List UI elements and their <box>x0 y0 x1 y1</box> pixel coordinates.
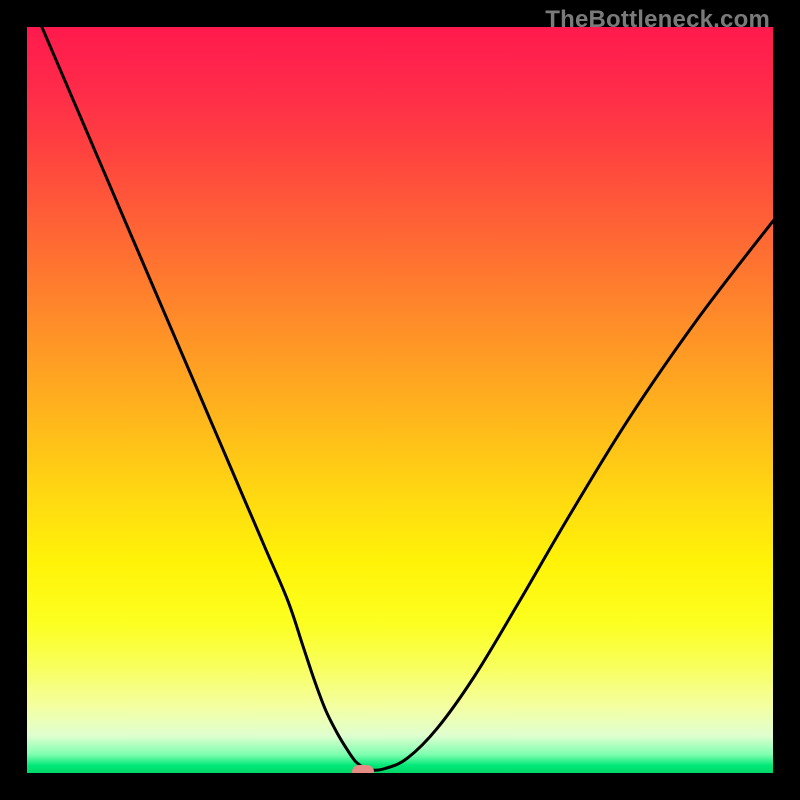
plot-area <box>27 27 773 773</box>
optimal-point-marker <box>352 765 374 774</box>
watermark-text: TheBottleneck.com <box>545 6 770 34</box>
chart-frame: TheBottleneck.com <box>0 0 800 800</box>
bottleneck-curve <box>27 27 773 773</box>
